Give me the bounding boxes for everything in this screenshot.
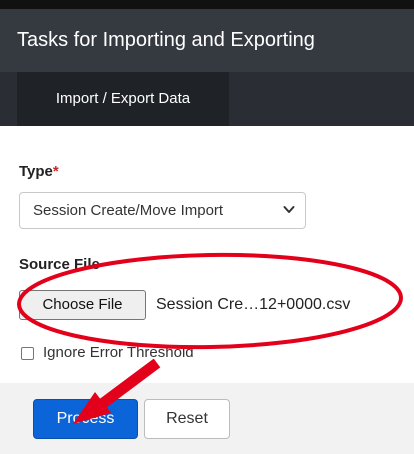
reset-button[interactable]: Reset [144, 399, 230, 439]
tab-import-export-data[interactable]: Import / Export Data [17, 72, 229, 126]
top-strip [0, 0, 414, 9]
tab-bar: Import / Export Data [0, 72, 414, 126]
type-select[interactable]: Session Create/Move Import [19, 192, 306, 229]
ignore-error-threshold-label[interactable]: Ignore Error Threshold [43, 343, 194, 363]
required-marker: * [52, 163, 59, 180]
type-select-value: Session Create/Move Import [33, 202, 224, 219]
ignore-error-threshold-checkbox[interactable] [21, 347, 34, 360]
choose-file-button[interactable]: Choose File [19, 290, 146, 320]
process-button[interactable]: Process [33, 399, 138, 439]
type-label: Type* [19, 163, 59, 180]
page-title: Tasks for Importing and Exporting [0, 9, 414, 72]
chevron-down-icon [283, 193, 295, 241]
source-file-label: Source File [19, 256, 100, 273]
selected-file-name: Session Cre…12+0000.csv [156, 296, 351, 313]
type-label-text: Type [19, 163, 53, 180]
